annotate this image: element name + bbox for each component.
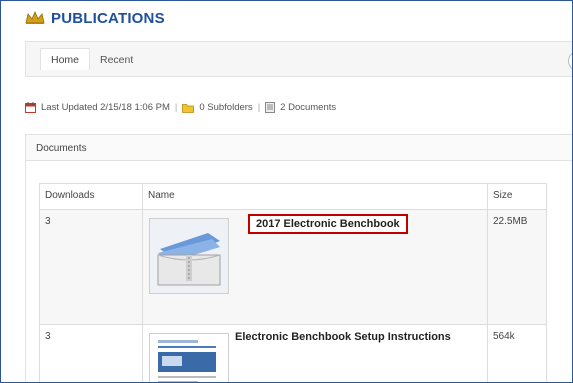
documents-panel: Documents Downloads Name Size 3 2017 Ele… xyxy=(25,134,572,382)
document-icon xyxy=(265,102,276,113)
folder-meta: Last Updated 2/15/18 1:06 PM | 0 Subfold… xyxy=(25,102,336,113)
subfolder-count: 0 Subfolders xyxy=(199,102,253,113)
divider: | xyxy=(174,102,178,113)
publications-window: PUBLICATIONS Home Recent Last Updated 2/… xyxy=(0,0,573,383)
tab-recent[interactable]: Recent xyxy=(90,50,143,70)
document-count: 2 Documents xyxy=(280,102,337,113)
downloads-cell: 3 xyxy=(39,324,143,382)
document-link[interactable]: 2017 Electronic Benchbook xyxy=(248,214,408,234)
panel-heading: Documents xyxy=(26,135,572,161)
search-toggle-button[interactable] xyxy=(568,51,572,71)
tab-bar: Home Recent xyxy=(25,41,572,77)
table-row[interactable]: 3 2017 Electronic Benchbook 22.5MB xyxy=(39,209,547,325)
divider: | xyxy=(257,102,261,113)
column-header-downloads[interactable]: Downloads xyxy=(39,183,143,210)
folder-icon xyxy=(182,103,195,113)
name-cell: Electronic Benchbook Setup Instructions xyxy=(142,324,488,382)
column-header-size[interactable]: Size xyxy=(487,183,547,210)
zip-archive-icon[interactable] xyxy=(149,218,229,294)
calendar-icon xyxy=(25,102,36,113)
name-cell: 2017 Electronic Benchbook xyxy=(142,209,488,325)
tab-home[interactable]: Home xyxy=(40,48,91,70)
size-cell: 22.5MB xyxy=(487,209,547,325)
size-cell: 564k xyxy=(487,324,547,382)
document-thumbnail-icon[interactable] xyxy=(149,333,229,382)
downloads-cell: 3 xyxy=(39,209,143,325)
page-title: PUBLICATIONS xyxy=(51,9,165,27)
crown-logo-icon xyxy=(25,11,45,24)
documents-table: Downloads Name Size 3 2017 Electronic Be… xyxy=(39,183,547,382)
page-header: PUBLICATIONS xyxy=(25,7,165,29)
table-row[interactable]: 3 Electronic Benchbook Setup Instruction… xyxy=(39,324,547,382)
last-updated: Last Updated 2/15/18 1:06 PM xyxy=(41,102,170,113)
document-link[interactable]: Electronic Benchbook Setup Instructions xyxy=(235,331,451,343)
column-header-name[interactable]: Name xyxy=(142,183,488,210)
